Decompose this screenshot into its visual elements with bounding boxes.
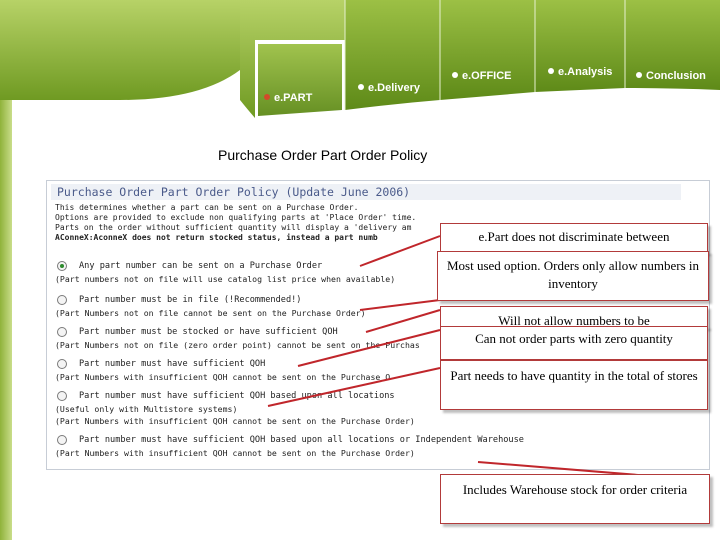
pointer-line	[359, 299, 441, 311]
callout-most-used-option: Most used option. Orders only allow numb…	[437, 251, 709, 301]
callout-total-of-stores: Part needs to have quantity in the total…	[440, 360, 708, 410]
pointer-line	[359, 235, 441, 267]
callout-warehouse-stock: Includes Warehouse stock for order crite…	[440, 474, 710, 524]
callout-zero-quantity: Can not order parts with zero quantity	[440, 326, 708, 360]
pointer-line	[297, 329, 441, 367]
pointer-line	[267, 367, 441, 407]
callout-not-allow-numbers: Will not allow numbers to be	[440, 306, 708, 328]
pointer-line	[365, 309, 441, 333]
callout-no-discrimination: e.Part does not discriminate between	[440, 223, 708, 253]
